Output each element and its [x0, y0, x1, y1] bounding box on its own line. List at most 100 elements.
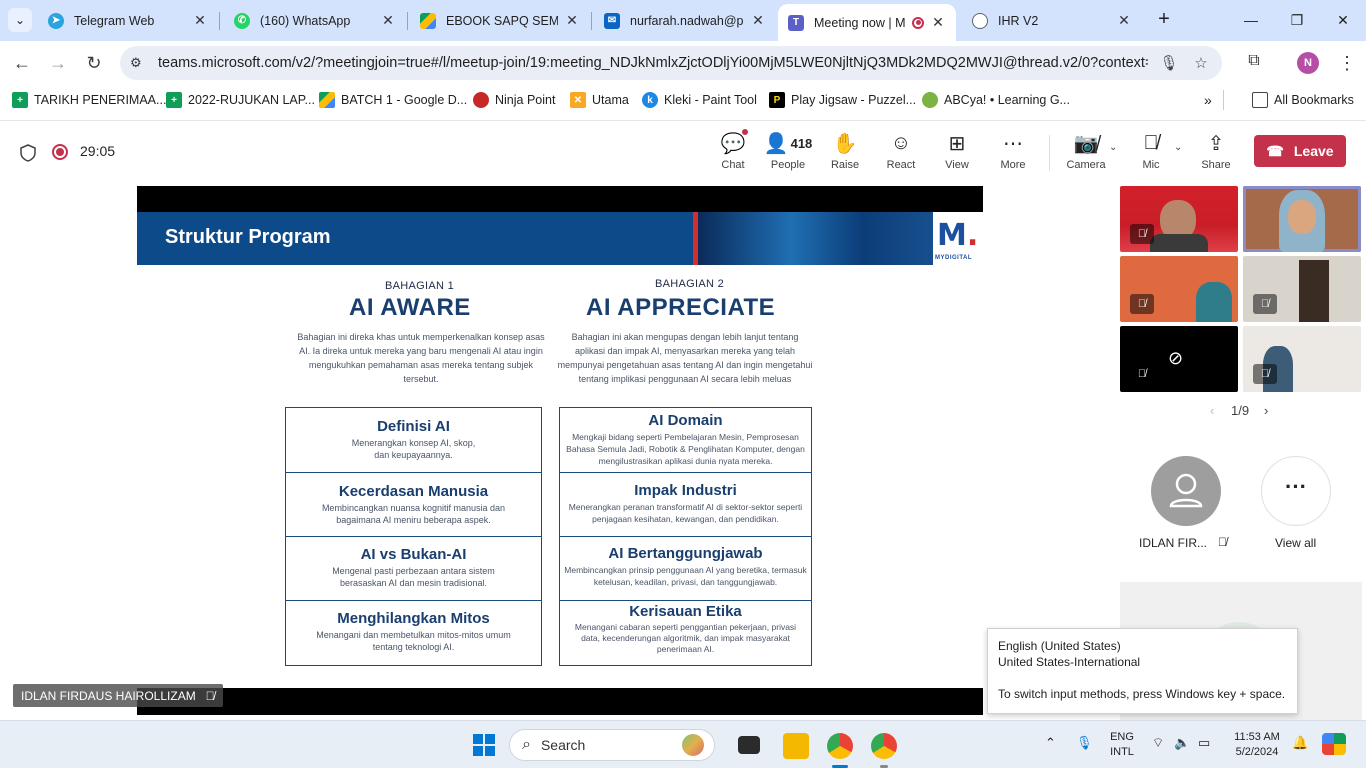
- camera-options-chevron-icon[interactable]: ⌄: [1109, 142, 1117, 153]
- close-icon[interactable]: ✕: [192, 12, 208, 29]
- back-button[interactable]: ←: [9, 50, 35, 76]
- mic-label: Mic: [1142, 159, 1160, 171]
- battery-icon[interactable]: ▭: [1198, 735, 1210, 751]
- new-tab-button[interactable]: +: [1152, 8, 1176, 32]
- slide-title: Struktur Program: [165, 226, 331, 248]
- chevron-up-icon[interactable]: ⌃: [1045, 735, 1056, 751]
- leave-button[interactable]: ☎ Leave: [1254, 135, 1346, 167]
- chrome-profile-icon[interactable]: [871, 733, 897, 759]
- bookmark-item[interactable]: + TARIKH PENERIMAA...: [12, 91, 166, 109]
- topic-description: Membincangkan prinsip penggunaan AI yang…: [564, 565, 807, 587]
- share-icon: ⇪: [1207, 132, 1225, 155]
- share-button[interactable]: ⇪ Share: [1188, 131, 1244, 175]
- slide-header: M. MYDIGITAL Struktur Program: [137, 212, 983, 265]
- next-page-icon[interactable]: ›: [1264, 403, 1268, 418]
- participant-video[interactable]: 🎙̸: [1243, 326, 1361, 392]
- bookmark-item[interactable]: BATCH 1 - Google D...: [319, 91, 467, 109]
- people-button[interactable]: 👤 418 People: [760, 131, 816, 175]
- bookmark-item[interactable]: ABCya! • Learning G...: [922, 91, 1070, 109]
- star-icon[interactable]: ☆: [1190, 54, 1212, 72]
- tab-search-button[interactable]: ⌄: [8, 8, 32, 32]
- topic-title: AI Domain: [648, 412, 723, 429]
- participant-video[interactable]: 🎙̸: [1120, 186, 1238, 252]
- participant-avatar[interactable]: [1151, 456, 1221, 526]
- whatsapp-icon: ✆: [234, 12, 250, 29]
- topic-description: Menerangkan peranan transformatif AI di …: [568, 502, 803, 524]
- tab-ihr[interactable]: IHR V2 ✕: [962, 4, 1142, 37]
- teams-icon: T: [788, 14, 804, 31]
- restore-button[interactable]: ❐: [1282, 6, 1312, 34]
- participant-video[interactable]: 🎙̸: [1243, 256, 1361, 322]
- address-bar[interactable]: ⚙ teams.microsoft.com/v2/?meetingjoin=tr…: [120, 46, 1222, 80]
- taskbar-search[interactable]: ⌕ Search: [509, 729, 715, 761]
- participant-name: IDLAN FIR...: [1139, 536, 1208, 550]
- minimize-button[interactable]: —: [1236, 6, 1266, 34]
- all-bookmarks-button[interactable]: All Bookmarks: [1252, 91, 1354, 109]
- bookmark-item[interactable]: ✕ Utama: [570, 91, 629, 109]
- site-info-icon[interactable]: ⚙: [130, 55, 150, 71]
- view-all-label[interactable]: View all: [1275, 536, 1316, 550]
- bookmarks-overflow-icon[interactable]: »: [1204, 91, 1212, 109]
- bookmark-item[interactable]: +2022-RUJUKAN LAP...: [166, 91, 315, 109]
- close-icon[interactable]: ✕: [380, 12, 396, 29]
- topic-description: Menerangkan konsep AI, skop, dan keupaya…: [351, 438, 476, 460]
- tab-ebook[interactable]: EBOOK SAPQ SEM 2 2 ✕: [410, 4, 590, 37]
- topic-box: Definisi AI Menerangkan konsep AI, skop,…: [286, 408, 541, 473]
- mic-options-chevron-icon[interactable]: ⌄: [1174, 142, 1182, 153]
- topic-title: AI vs Bukan-AI: [360, 546, 467, 563]
- tab-mail[interactable]: ✉ nurfarah.nadwah@pe ✕: [594, 4, 776, 37]
- url-text[interactable]: teams.microsoft.com/v2/?meetingjoin=true…: [158, 55, 1148, 71]
- more-button[interactable]: ⋯ More: [985, 131, 1041, 175]
- speaker-icon[interactable]: 🔈: [1174, 735, 1190, 751]
- clock[interactable]: 11:53 AM 5/2/2024: [1226, 730, 1288, 760]
- copilot-icon[interactable]: [1322, 733, 1346, 755]
- input-language-indicator[interactable]: ENG INTL: [1104, 730, 1140, 760]
- previous-page-icon[interactable]: ‹: [1210, 403, 1214, 418]
- mic-button[interactable]: 🎙̸ Mic: [1123, 131, 1179, 175]
- forward-button[interactable]: →: [45, 50, 71, 76]
- chat-button[interactable]: 💬 Chat: [705, 128, 761, 175]
- view-button[interactable]: ⊞ View: [929, 131, 985, 175]
- windows-start-icon[interactable]: [472, 733, 498, 759]
- topic-description: Menangani dan membetulkan mitos-mitos um…: [316, 630, 511, 652]
- profile-avatar[interactable]: N: [1297, 52, 1319, 74]
- bookmark-item[interactable]: k Kleki - Paint Tool: [642, 91, 757, 109]
- wifi-icon[interactable]: ⌔: [1152, 735, 1164, 751]
- people-icon: 👤 418: [763, 132, 813, 155]
- toolbar-divider: [1049, 135, 1050, 171]
- participant-video[interactable]: 🎙̸: [1120, 256, 1238, 322]
- bookmark-item[interactable]: P Play Jigsaw - Puzzel...: [769, 91, 916, 109]
- microphone-icon[interactable]: 🎙: [1076, 735, 1093, 751]
- bookmark-item[interactable]: Ninja Point: [473, 91, 555, 109]
- react-button[interactable]: ☺ React: [873, 131, 929, 175]
- file-explorer-icon[interactable]: [783, 733, 809, 759]
- tab-telegram[interactable]: ➤ Telegram Web ✕: [38, 4, 218, 37]
- close-icon[interactable]: ✕: [750, 12, 766, 29]
- logo-text: MYDIGITAL: [935, 255, 973, 261]
- camera-button[interactable]: 📷̸ Camera: [1058, 131, 1114, 175]
- task-view-icon[interactable]: [738, 736, 760, 754]
- close-icon[interactable]: ✕: [930, 14, 946, 31]
- view-all-button[interactable]: ···: [1261, 456, 1331, 526]
- close-icon[interactable]: ✕: [1116, 12, 1132, 29]
- close-icon[interactable]: ✕: [564, 12, 580, 29]
- topic-box: Menghilangkan Mitos Menangani dan membet…: [286, 601, 541, 665]
- shield-icon[interactable]: [20, 144, 36, 162]
- participant-video-active-speaker[interactable]: [1243, 186, 1361, 252]
- browser-menu-icon[interactable]: ⋮: [1338, 50, 1356, 76]
- notification-bell-icon[interactable]: 🔔: [1292, 735, 1308, 751]
- bookmarks-divider: [1223, 90, 1224, 110]
- chrome-icon[interactable]: [827, 733, 853, 759]
- reload-button[interactable]: ↻: [81, 50, 107, 76]
- participant-video-off[interactable]: ⊘ 🎙̸: [1120, 326, 1238, 392]
- extensions-icon[interactable]: ⧉: [1242, 52, 1266, 74]
- microphone-icon[interactable]: 🎙: [1158, 54, 1180, 72]
- presentation-slide: M. MYDIGITAL Struktur Program BAHAGIAN 1…: [137, 212, 983, 688]
- tab-whatsapp[interactable]: ✆ (160) WhatsApp ✕: [224, 4, 406, 37]
- tab-teams-meeting[interactable]: T Meeting now | M ✕: [778, 4, 956, 41]
- bookmark-label: Kleki - Paint Tool: [664, 93, 757, 107]
- close-window-button[interactable]: ✕: [1328, 6, 1358, 34]
- raise-hand-button[interactable]: ✋ Raise: [817, 131, 873, 175]
- ime-hint: To switch input methods, press Windows k…: [998, 687, 1286, 701]
- tab-title: (160) WhatsApp: [260, 13, 351, 28]
